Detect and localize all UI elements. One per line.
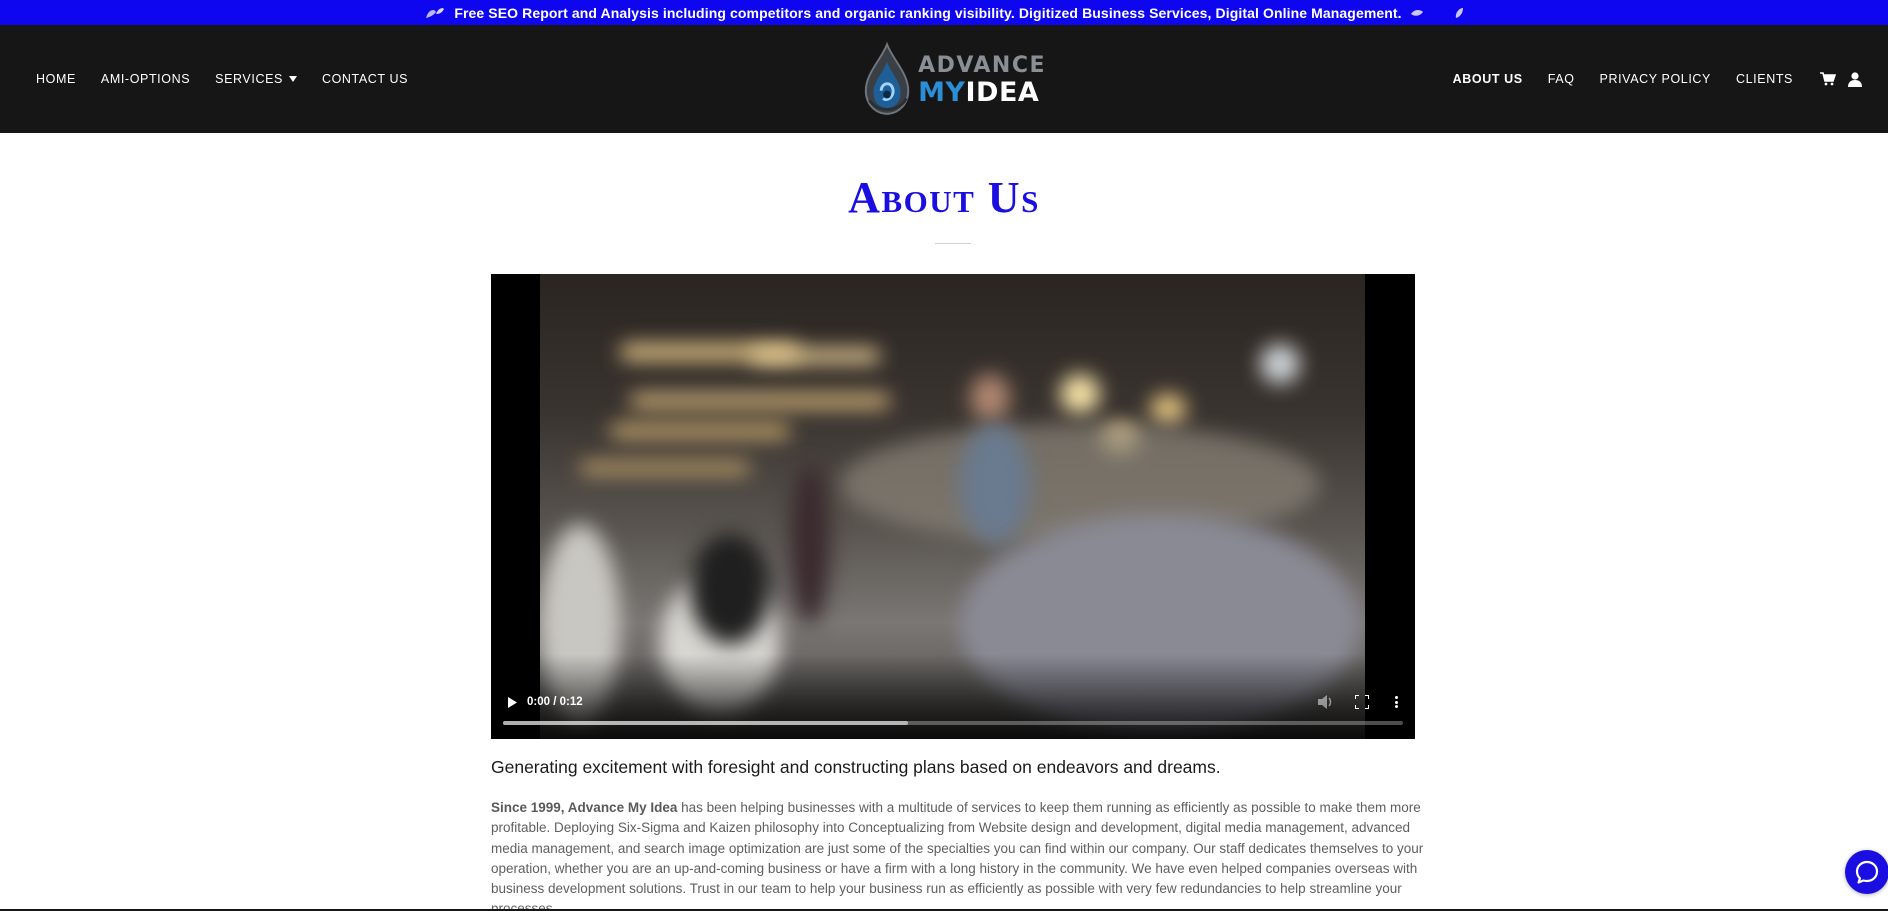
lead-text: Generating excitement with foresight and… — [491, 757, 1221, 777]
video-progress-track[interactable] — [503, 721, 1403, 725]
nav-faq[interactable]: FAQ — [1548, 72, 1575, 86]
announcement-text: Free SEO Report and Analysis including c… — [454, 4, 1402, 21]
video-time: 0:00 / 0:12 — [527, 696, 583, 708]
logo-my: MY — [918, 76, 966, 108]
about-body-rest: has been helping businesses with a multi… — [491, 800, 1424, 911]
leaf-icon — [1454, 7, 1464, 19]
nav-home[interactable]: HOME — [36, 72, 76, 86]
nav-privacy-policy[interactable]: PRIVACY POLICY — [1600, 72, 1711, 86]
video-player[interactable]: 0:00 / 0:12 — [491, 274, 1415, 739]
logo-wordmark: ADVANCE MYIDEA — [918, 52, 1046, 106]
nav-services-label: SERVICES — [215, 72, 283, 86]
primary-nav-right: ABOUT US FAQ PRIVACY POLICY CLIENTS — [1453, 25, 1862, 133]
more-options-icon[interactable] — [1391, 695, 1401, 709]
about-body-text: Since 1999, Advance My Idea has been hel… — [491, 798, 1431, 911]
video-buffer-bar — [503, 721, 908, 725]
play-icon[interactable] — [505, 695, 519, 709]
nav-contact-us[interactable]: CONTACT US — [322, 72, 408, 86]
site-header: HOME AMI-OPTIONS SERVICES CONTACT US ADV… — [0, 25, 1888, 133]
announcement-bar: Free SEO Report and Analysis including c… — [0, 0, 1888, 25]
volume-icon[interactable] — [1318, 695, 1334, 709]
site-logo[interactable]: ADVANCE MYIDEA — [860, 41, 1046, 119]
logo-line-myidea: MYIDEA — [918, 79, 1046, 106]
chat-bubble-icon — [1855, 860, 1879, 884]
water-drop-logo-icon — [864, 41, 910, 115]
nav-about-us[interactable]: ABOUT US — [1453, 72, 1523, 86]
fullscreen-icon[interactable] — [1354, 694, 1370, 710]
leaf-icon — [424, 6, 446, 20]
nav-ami-options[interactable]: AMI-OPTIONS — [101, 72, 190, 86]
title-divider — [935, 243, 971, 244]
leaf-icon — [1410, 7, 1424, 19]
header-icons — [1820, 71, 1862, 87]
primary-nav-left: HOME AMI-OPTIONS SERVICES CONTACT US — [36, 25, 408, 133]
video-controls-scrim — [491, 654, 1415, 739]
caret-down-icon — [288, 76, 297, 82]
logo-line-advance: ADVANCE — [918, 52, 1046, 78]
nav-clients[interactable]: CLIENTS — [1736, 72, 1793, 86]
chat-button[interactable] — [1845, 850, 1888, 894]
logo-idea: IDEA — [965, 76, 1040, 108]
cart-icon[interactable] — [1820, 72, 1836, 86]
about-body-bold: Since 1999, Advance My Idea — [491, 800, 678, 815]
page-title: About Us — [848, 173, 1040, 222]
nav-services[interactable]: SERVICES — [215, 72, 297, 86]
user-icon[interactable] — [1848, 71, 1862, 87]
